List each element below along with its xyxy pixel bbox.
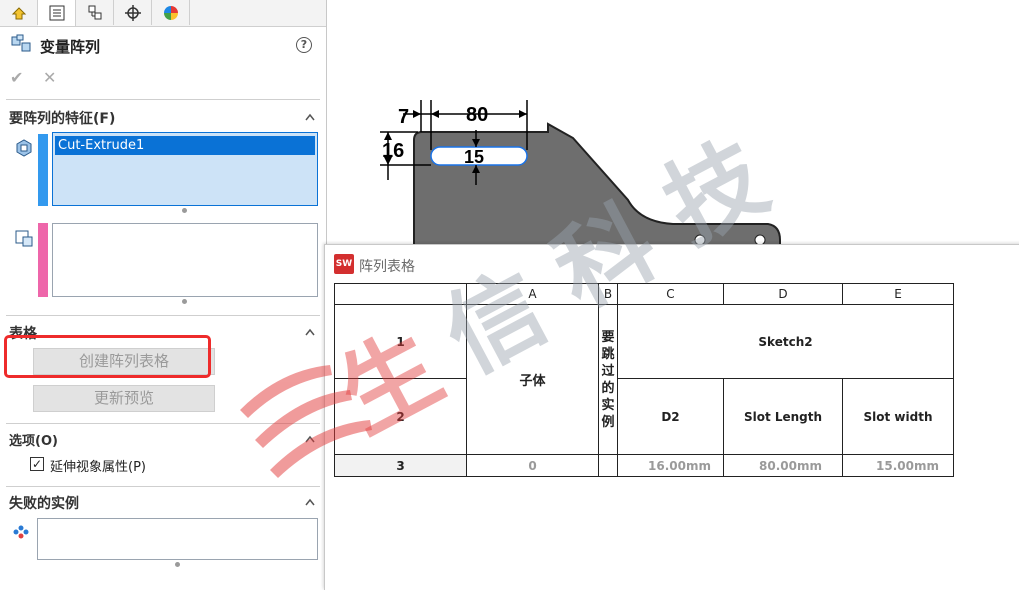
ok-check-icon[interactable]: ✔	[10, 68, 23, 87]
propagate-visual-checkbox[interactable]: ✓	[30, 457, 44, 471]
property-manager-icon	[49, 5, 64, 21]
faces-listbox[interactable]	[52, 223, 318, 297]
feature-manager-icon	[11, 6, 26, 19]
col-header-c[interactable]: C	[617, 283, 724, 305]
dim-80: 80	[466, 104, 488, 126]
col-header-e[interactable]: E	[842, 283, 954, 305]
resize-handle[interactable]	[182, 208, 187, 213]
checkbox-label: 延伸视象属性(P)	[50, 460, 146, 475]
tab-feature-manager[interactable]	[0, 0, 38, 25]
solidworks-logo-icon: SW	[334, 254, 354, 274]
features-section-title: 要阵列的特征(F)	[9, 111, 116, 127]
part-drawing: 7 80 16 15	[380, 100, 781, 245]
skip-instance-header: 要跳 过的 实例	[598, 304, 618, 455]
divider	[6, 315, 320, 316]
row-header-3[interactable]: 3	[334, 454, 467, 477]
color-wheel-icon	[163, 5, 178, 20]
sketch-header: Sketch2	[617, 304, 954, 379]
table-row: 3 0 16.00mm 80.00mm 15.00mm	[334, 454, 954, 477]
selection-color-strip	[38, 134, 48, 206]
window-title: 阵列表格	[359, 259, 415, 275]
column-header-row: A B C D E	[334, 283, 954, 305]
crosshair-icon	[124, 4, 141, 21]
cancel-x-icon[interactable]: ✕	[43, 68, 56, 87]
options-section-title: 选项(O)	[9, 434, 58, 449]
tab-dimxpert[interactable]	[114, 0, 152, 25]
cell-a3[interactable]: 0	[466, 454, 599, 477]
pattern-table: A B C D E 1 子体 要跳 过的 实例 Sketch2 2 D2 Slo…	[334, 283, 954, 477]
manager-tab-bar	[0, 0, 326, 27]
cell-d3[interactable]: 80.00mm	[723, 454, 843, 477]
graphics-area[interactable]: 7 80 16 15	[328, 0, 1019, 245]
collapse-caret-icon[interactable]	[305, 497, 315, 507]
tab-configuration-manager[interactable]	[76, 0, 114, 25]
failed-instances-listbox[interactable]	[37, 518, 318, 560]
configuration-manager-icon	[88, 5, 101, 19]
cell-b3[interactable]	[598, 454, 618, 477]
divider	[6, 423, 320, 424]
slot-length-header: Slot Length	[723, 378, 843, 455]
tab-property-manager[interactable]	[38, 0, 76, 26]
col-header-a[interactable]: A	[466, 283, 599, 305]
resize-handle[interactable]	[182, 299, 187, 304]
d2-header: D2	[617, 378, 724, 455]
dim-16: 16	[382, 140, 404, 162]
row-header-2[interactable]: 2	[334, 378, 467, 455]
divider	[6, 486, 320, 487]
panel-title: 变量阵列	[40, 38, 101, 56]
slot-width-header: Slot width	[842, 378, 954, 455]
child-body-header: 子体	[466, 304, 599, 455]
update-preview-button[interactable]: 更新预览	[33, 385, 215, 412]
cell-c3[interactable]: 16.00mm	[617, 454, 724, 477]
tab-display-manager[interactable]	[152, 0, 190, 25]
cell-e3[interactable]: 15.00mm	[842, 454, 954, 477]
collapse-caret-icon[interactable]	[305, 434, 315, 444]
resize-handle[interactable]	[175, 562, 180, 567]
help-icon[interactable]: ?	[296, 37, 312, 53]
col-header-b[interactable]: B	[598, 283, 618, 305]
collapse-caret-icon[interactable]	[305, 327, 315, 337]
row-header-1[interactable]: 1	[334, 304, 467, 379]
faces-icon	[15, 230, 33, 247]
collapse-caret-icon[interactable]	[305, 112, 315, 122]
features-listbox[interactable]: Cut-Extrude1	[52, 132, 318, 206]
pattern-table-window[interactable]: SW 阵列表格 A B C D E 1 子体 要跳 过的 实例 Sketch2 …	[324, 244, 1019, 590]
dim-7: 7	[398, 106, 409, 128]
corner-cell	[334, 283, 467, 305]
col-header-d[interactable]: D	[723, 283, 843, 305]
divider	[6, 99, 320, 100]
red-highlight-box	[4, 335, 211, 378]
property-manager-panel: 变量阵列 ? ✔ ✕ 要阵列的特征(F) Cut-Extrude1 表格 创建阵…	[0, 0, 327, 585]
list-item[interactable]: Cut-Extrude1	[55, 136, 315, 155]
features-icon	[16, 139, 32, 157]
table-row: 1 子体 要跳 过的 实例 Sketch2	[334, 304, 954, 455]
part-body	[413, 122, 781, 245]
failed-section-title: 失败的实例	[9, 496, 79, 512]
dim-15: 15	[464, 147, 484, 167]
table-row: 2 D2 Slot Length Slot width	[334, 378, 954, 455]
selection-color-strip-2	[38, 223, 48, 297]
instances-icon	[13, 525, 29, 539]
variable-pattern-icon	[11, 34, 31, 52]
